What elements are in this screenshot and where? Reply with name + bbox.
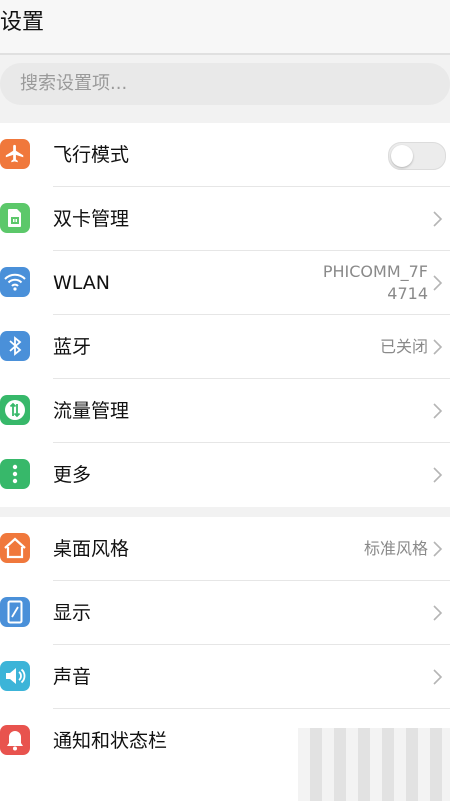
chevron-right-icon bbox=[433, 211, 443, 227]
header-divider bbox=[0, 53, 450, 55]
setting-label: 显示 bbox=[53, 602, 92, 624]
chevron-right-icon bbox=[433, 403, 443, 419]
home-icon bbox=[0, 533, 30, 563]
speaker-icon bbox=[0, 661, 30, 691]
setting-label: 更多 bbox=[53, 464, 92, 486]
setting-sound[interactable]: 声音 bbox=[0, 645, 450, 709]
setting-label: WLAN bbox=[53, 272, 111, 294]
more-dots-icon bbox=[0, 459, 30, 489]
chevron-right-icon bbox=[433, 605, 443, 621]
setting-label: 流量管理 bbox=[53, 400, 130, 422]
sim-card-icon bbox=[0, 203, 30, 233]
chevron-right-icon bbox=[433, 467, 443, 483]
bluetooth-icon bbox=[0, 331, 30, 361]
wifi-icon bbox=[0, 267, 30, 297]
setting-more[interactable]: 更多 bbox=[0, 443, 450, 507]
chevron-right-icon bbox=[433, 669, 443, 685]
search-placeholder: 搜索设置项... bbox=[20, 73, 128, 94]
toggle-knob bbox=[391, 145, 413, 167]
wlan-ssid-line2: 4714 bbox=[387, 284, 428, 303]
chevron-right-icon bbox=[433, 339, 443, 355]
setting-label: 蓝牙 bbox=[53, 336, 92, 358]
setting-label: 通知和状态栏 bbox=[53, 730, 168, 752]
home-style-value: 标准风格 bbox=[363, 539, 428, 558]
search-input[interactable]: 搜索设置项... bbox=[0, 63, 450, 105]
bell-icon bbox=[0, 725, 30, 755]
chevron-right-icon bbox=[433, 541, 443, 557]
setting-label: 桌面风格 bbox=[53, 538, 130, 560]
setting-display[interactable]: 显示 bbox=[0, 581, 450, 645]
setting-label: 飞行模式 bbox=[53, 144, 130, 166]
setting-label: 双卡管理 bbox=[53, 208, 130, 230]
setting-bluetooth[interactable]: 蓝牙 已关闭 bbox=[0, 315, 450, 379]
setting-airplane-mode[interactable]: 飞行模式 bbox=[0, 123, 450, 187]
page-title: 设置 bbox=[0, 10, 45, 35]
airplane-icon bbox=[0, 139, 30, 169]
chevron-right-icon bbox=[433, 275, 443, 291]
setting-dual-sim[interactable]: 双卡管理 bbox=[0, 187, 450, 251]
wlan-network-name: PHICOMM_7F 4714 bbox=[288, 261, 428, 305]
bluetooth-status: 已关闭 bbox=[379, 337, 428, 356]
wlan-ssid-line1: PHICOMM_7F bbox=[322, 262, 428, 281]
setting-home-style[interactable]: 桌面风格 标准风格 bbox=[0, 517, 450, 581]
airplane-mode-toggle[interactable] bbox=[388, 142, 446, 170]
pixelated-watermark bbox=[298, 728, 450, 801]
setting-wlan[interactable]: WLAN PHICOMM_7F 4714 bbox=[0, 251, 450, 315]
settings-group-connectivity: 飞行模式 双卡管理 WLAN PHICOMM_7F 4714 蓝牙 已关闭 流量… bbox=[0, 123, 450, 507]
setting-data-usage[interactable]: 流量管理 bbox=[0, 379, 450, 443]
data-usage-icon bbox=[0, 395, 30, 425]
top-bar: 设置 bbox=[0, 0, 450, 54]
setting-label: 声音 bbox=[53, 666, 92, 688]
display-icon bbox=[0, 597, 30, 627]
